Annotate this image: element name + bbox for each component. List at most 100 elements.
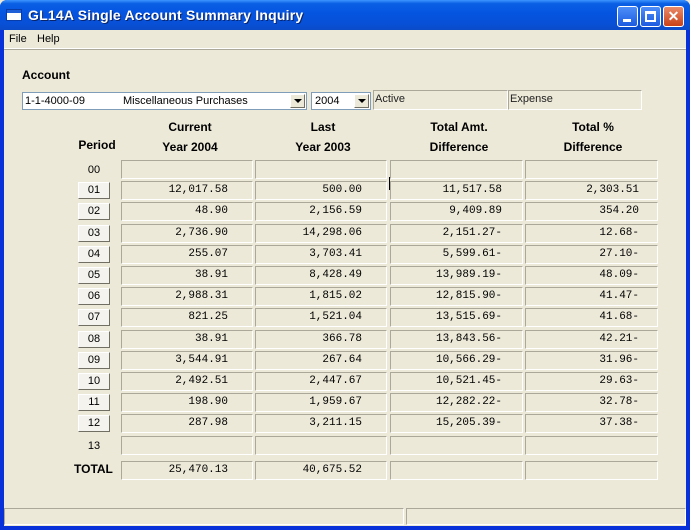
chevron-down-icon[interactable] xyxy=(354,94,369,108)
amt-diff-header-line2: Difference xyxy=(429,140,489,154)
last-year-cell: 3,211.15 xyxy=(255,414,387,433)
period-button-02[interactable]: 02 xyxy=(78,203,110,220)
last-year-cell: 267.64 xyxy=(255,351,387,370)
pct-diff-cell: 37.38- xyxy=(525,414,658,433)
chevron-down-icon[interactable] xyxy=(290,94,305,108)
amt-diff-cell: 13,843.56- xyxy=(390,330,523,349)
status-pane-left xyxy=(4,508,404,525)
maximize-button[interactable] xyxy=(640,6,661,27)
title-bar[interactable]: GL14A Single Account Summary Inquiry ✕ xyxy=(0,0,690,30)
last-year-cell: 2,447.67 xyxy=(255,372,387,391)
last-year-cell: 500.00 xyxy=(255,181,387,200)
current-year-cell: 287.98 xyxy=(121,414,253,433)
pct-diff-cell: 32.78- xyxy=(525,393,658,412)
pct-diff-cell xyxy=(525,436,658,455)
last-year-cell: 1,815.02 xyxy=(255,287,387,306)
pct-diff-header-line1: Total % xyxy=(572,120,614,134)
close-icon: ✕ xyxy=(667,8,680,24)
current-year-cell: 2,736.90 xyxy=(121,224,253,243)
last-year-cell: 3,703.41 xyxy=(255,245,387,264)
amt-diff-cell: 13,515.69- xyxy=(390,308,523,327)
menu-help[interactable]: Help xyxy=(37,33,60,45)
period-label-13: 13 xyxy=(87,440,101,452)
current-year-cell xyxy=(121,160,253,179)
account-type-field: Expense xyxy=(508,90,642,110)
current-year-header-line2: Year 2004 xyxy=(162,140,218,154)
amt-diff-cell: 9,409.89 xyxy=(390,202,523,221)
current-year-cell: 821.25 xyxy=(121,308,253,327)
account-label: Account xyxy=(22,68,70,82)
pct-diff-cell: 41.68- xyxy=(525,308,658,327)
period-button-10[interactable]: 10 xyxy=(78,373,110,390)
last-year-cell: 8,428.49 xyxy=(255,266,387,285)
menu-file[interactable]: File xyxy=(9,33,27,45)
current-year-cell: 255.07 xyxy=(121,245,253,264)
period-button-01[interactable]: 01 xyxy=(78,182,110,199)
amt-diff-cell xyxy=(390,436,523,455)
current-year-cell: 3,544.91 xyxy=(121,351,253,370)
window-frame-bottom xyxy=(0,526,690,530)
year-value: 2004 xyxy=(315,95,340,107)
account-description: Miscellaneous Purchases xyxy=(123,95,248,107)
menu-separator xyxy=(4,49,686,50)
period-label-00: 00 xyxy=(87,164,101,176)
current-year-cell: 2,492.51 xyxy=(121,372,253,391)
amt-diff-cell: 10,521.45- xyxy=(390,372,523,391)
amt-diff-cell: 12,282.22- xyxy=(390,393,523,412)
pct-diff-header-line2: Difference xyxy=(563,140,623,154)
amt-diff-cell: 13,989.19- xyxy=(390,266,523,285)
pct-diff-cell: 354.20 xyxy=(525,202,658,221)
account-select[interactable]: 1-1-4000-09 Miscellaneous Purchases xyxy=(22,92,307,110)
period-button-08[interactable]: 08 xyxy=(78,331,110,348)
app-window: GL14A Single Account Summary Inquiry ✕ F… xyxy=(0,0,690,530)
period-button-05[interactable]: 05 xyxy=(78,267,110,284)
minimize-button[interactable] xyxy=(617,6,638,27)
current-year-cell xyxy=(121,436,253,455)
last-year-cell: 366.78 xyxy=(255,330,387,349)
current-year-cell: 12,017.58 xyxy=(121,181,253,200)
period-button-11[interactable]: 11 xyxy=(78,394,110,411)
amt-diff-cell: 15,205.39- xyxy=(390,414,523,433)
account-number: 1-1-4000-09 xyxy=(25,95,85,107)
pct-diff-cell: 42.21- xyxy=(525,330,658,349)
pct-diff-cell: 48.09- xyxy=(525,266,658,285)
amt-diff-cell: 5,599.61- xyxy=(390,245,523,264)
window-frame-right xyxy=(686,30,690,530)
total-pct-diff-cell xyxy=(525,461,658,480)
amt-diff-cell xyxy=(390,160,523,179)
amt-diff-cell: 10,566.29- xyxy=(390,351,523,370)
account-status-field: Active xyxy=(373,90,508,110)
period-button-03[interactable]: 03 xyxy=(78,225,110,242)
total-amt-diff-cell xyxy=(390,461,523,480)
last-year-cell: 1,959.67 xyxy=(255,393,387,412)
current-year-cell: 198.90 xyxy=(121,393,253,412)
pct-diff-cell: 31.96- xyxy=(525,351,658,370)
last-year-cell: 14,298.06 xyxy=(255,224,387,243)
current-year-cell: 38.91 xyxy=(121,330,253,349)
period-button-06[interactable]: 06 xyxy=(78,288,110,305)
minimize-icon xyxy=(623,19,631,22)
current-year-cell: 2,988.31 xyxy=(121,287,253,306)
period-button-12[interactable]: 12 xyxy=(78,415,110,432)
pct-diff-cell xyxy=(525,160,658,179)
period-button-04[interactable]: 04 xyxy=(78,246,110,263)
last-year-header-line2: Year 2003 xyxy=(295,140,351,154)
period-button-07[interactable]: 07 xyxy=(78,309,110,326)
year-select[interactable]: 2004 xyxy=(311,92,371,110)
last-year-cell xyxy=(255,160,387,179)
total-label: TOTAL xyxy=(74,462,113,476)
pct-diff-cell: 2,303.51 xyxy=(525,181,658,200)
status-pane-right xyxy=(406,508,686,525)
last-year-cell: 2,156.59 xyxy=(255,202,387,221)
period-button-09[interactable]: 09 xyxy=(78,352,110,369)
current-year-cell: 48.90 xyxy=(121,202,253,221)
last-year-cell: 1,521.04 xyxy=(255,308,387,327)
amt-diff-cell: 11,517.58 xyxy=(390,181,523,200)
pct-diff-cell: 29.63- xyxy=(525,372,658,391)
total-last-cell: 40,675.52 xyxy=(255,461,387,480)
total-current-cell: 25,470.13 xyxy=(121,461,253,480)
last-year-header-line1: Last xyxy=(310,120,336,134)
menu-bar: File Help xyxy=(4,30,686,49)
amt-diff-header-line1: Total Amt. xyxy=(430,120,488,134)
close-button[interactable]: ✕ xyxy=(663,6,684,27)
